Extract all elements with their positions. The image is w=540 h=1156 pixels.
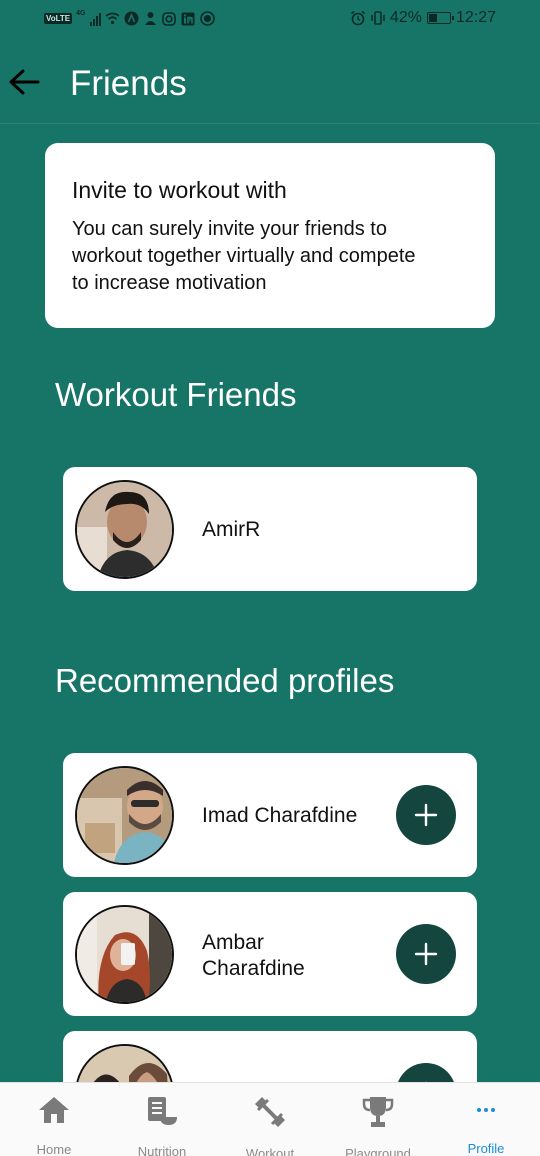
nav-workout[interactable]: Workout	[216, 1083, 324, 1156]
nav-playground[interactable]: Playground	[324, 1083, 432, 1156]
avatar	[75, 905, 174, 1004]
nav-label: Profile	[467, 1141, 505, 1156]
nav-label: Playground	[345, 1146, 411, 1156]
battery-icon	[426, 12, 454, 24]
more-dots-icon	[469, 1095, 503, 1124]
recommended-profile-name: Imad Charafdine	[202, 804, 358, 827]
name-line-last: Charafdine	[202, 957, 305, 980]
app-bar: Friends	[0, 40, 540, 124]
vibrate-icon	[370, 11, 385, 26]
volte-badge: VoLTE	[44, 13, 73, 24]
nav-label: Home	[36, 1142, 72, 1156]
invite-card: Invite to workout with You can surely in…	[45, 143, 495, 328]
recommended-profile-card[interactable]: Imad Charafdine	[63, 753, 477, 877]
recommended-profiles-heading: Recommended profiles	[55, 662, 395, 699]
clock-time: 12:27	[455, 9, 496, 26]
linkedin-icon	[181, 11, 196, 26]
name-line-first: Ambar	[202, 931, 264, 954]
trophy-icon	[361, 1095, 395, 1129]
back-button[interactable]	[8, 64, 40, 100]
bottom-navigation: Home Nutrition Workout Playground Profil…	[0, 1082, 540, 1156]
anonymous-notification-icon	[143, 11, 158, 26]
add-friend-button[interactable]	[396, 785, 456, 845]
home-icon	[37, 1095, 71, 1125]
nav-label: Nutrition	[137, 1144, 187, 1156]
wifi-icon	[105, 11, 120, 26]
arrow-left-icon	[9, 69, 40, 95]
friend-card[interactable]: AmirR	[63, 467, 477, 591]
battery-percent: 42%	[389, 9, 422, 26]
network-type-label: 4G	[76, 10, 86, 17]
dollar-notification-icon	[199, 11, 215, 26]
instagram-icon	[162, 11, 177, 26]
plus-icon	[414, 942, 438, 966]
avatar	[75, 766, 174, 865]
invite-description: You can surely invite your friends to wo…	[72, 218, 416, 294]
status-left-icons: VoLTE 4G	[44, 10, 215, 26]
status-bar: VoLTE 4G 42% 12:27	[0, 0, 540, 40]
invite-title: Invite to workout with	[72, 177, 287, 203]
nav-profile[interactable]: Profile	[432, 1083, 540, 1156]
status-right-icons: 42% 12:27	[350, 9, 496, 27]
app-notification-icon	[124, 11, 139, 26]
nutrition-icon	[145, 1095, 179, 1127]
nav-nutrition[interactable]: Nutrition	[108, 1083, 216, 1156]
recommended-profile-name: Ambar Charafdine	[202, 930, 305, 982]
alarm-icon	[350, 10, 365, 26]
recommended-profile-card[interactable]: Ambar Charafdine	[63, 892, 477, 1016]
workout-friends-heading: Workout Friends	[55, 376, 297, 413]
add-friend-button[interactable]	[396, 924, 456, 984]
page-title: Friends	[70, 64, 187, 103]
nav-label: Workout	[245, 1146, 295, 1156]
dumbbell-icon	[253, 1095, 287, 1129]
signal-icon	[89, 12, 101, 26]
nav-home[interactable]: Home	[0, 1083, 108, 1156]
friend-name: AmirR	[202, 518, 261, 541]
avatar	[75, 480, 174, 579]
plus-icon	[414, 803, 438, 827]
